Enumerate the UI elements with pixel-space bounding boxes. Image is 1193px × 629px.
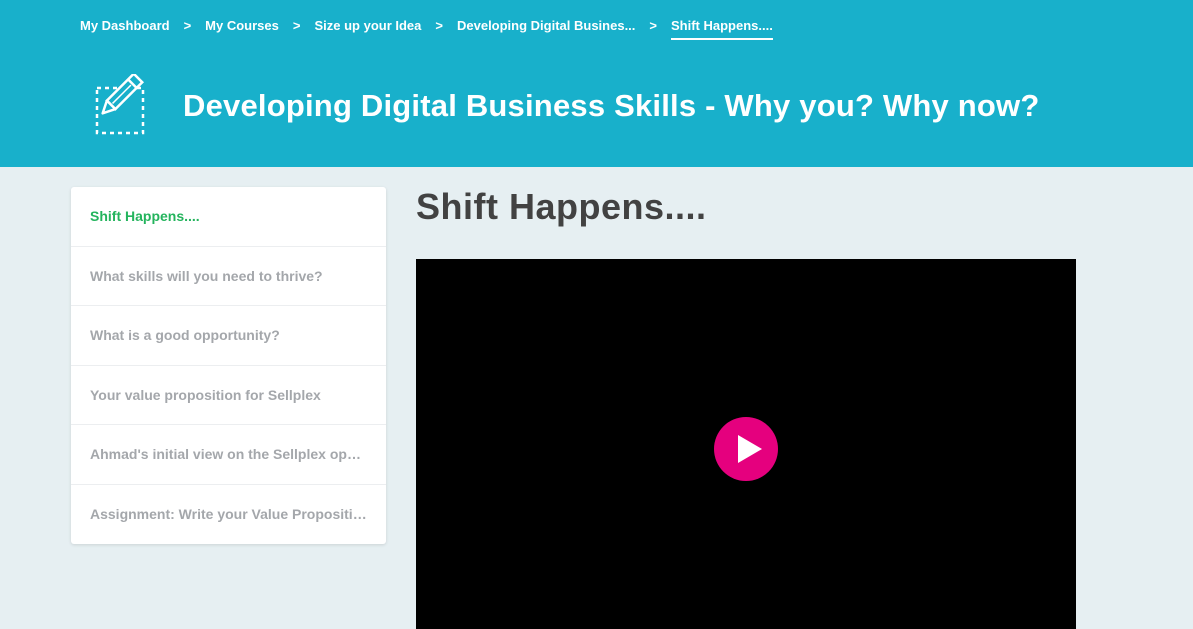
breadcrumb-separator: >	[292, 18, 301, 33]
lesson-title: Shift Happens....	[416, 186, 707, 227]
lesson-item-value-proposition[interactable]: Your value proposition for Sellplex	[71, 366, 386, 425]
lesson-label: Ahmad's initial view on the Sellplex opp…	[90, 446, 368, 463]
breadcrumb-size-up-your-idea[interactable]: Size up your Idea	[314, 18, 421, 33]
breadcrumb: My Dashboard > My Courses > Size up your…	[80, 18, 773, 44]
lesson-item-assignment[interactable]: Assignment: Write your Value Proposition	[71, 485, 386, 545]
breadcrumb-separator: >	[649, 18, 657, 33]
breadcrumb-shift-happens[interactable]: Shift Happens....	[671, 18, 773, 40]
lesson-item-good-opportunity[interactable]: What is a good opportunity?	[71, 306, 386, 366]
course-title: Developing Digital Business Skills - Why…	[183, 88, 1040, 123]
video-player[interactable]	[416, 259, 1076, 629]
breadcrumb-separator: >	[435, 18, 443, 33]
lesson-label: What is a good opportunity?	[90, 327, 280, 344]
lesson-item-shift-happens[interactable]: Shift Happens....	[71, 187, 386, 247]
lesson-label: Assignment: Write your Value Proposition	[90, 506, 368, 523]
lesson-label: Your value proposition for Sellplex	[90, 386, 321, 403]
breadcrumb-my-dashboard[interactable]: My Dashboard	[80, 18, 170, 33]
play-button[interactable]	[714, 417, 778, 481]
course-header: My Dashboard > My Courses > Size up your…	[0, 0, 1193, 167]
pencil-edit-icon	[94, 71, 160, 136]
breadcrumb-separator: >	[183, 18, 192, 33]
breadcrumb-developing-digital-business[interactable]: Developing Digital Busines...	[457, 18, 635, 33]
lesson-label: Shift Happens....	[90, 208, 200, 225]
lesson-item-skills-to-thrive[interactable]: What skills will you need to thrive?	[71, 247, 386, 306]
breadcrumb-my-courses[interactable]: My Courses	[205, 18, 279, 33]
lesson-label: What skills will you need to thrive?	[90, 267, 323, 284]
lesson-item-ahmads-view[interactable]: Ahmad's initial view on the Sellplex opp…	[71, 425, 386, 485]
play-icon	[738, 435, 762, 463]
lesson-sidebar: Shift Happens.... What skills will you n…	[71, 187, 386, 544]
